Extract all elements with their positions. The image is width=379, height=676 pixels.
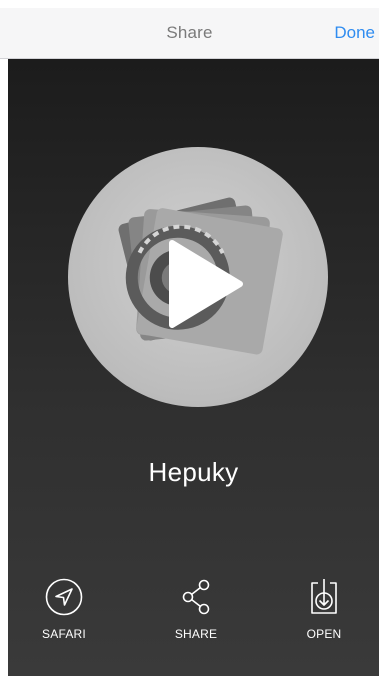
safari-action-label: SAFARI	[42, 627, 86, 641]
done-button[interactable]: Done	[334, 23, 375, 43]
open-action-label: OPEN	[306, 627, 342, 641]
open-action-button[interactable]: OPEN	[279, 577, 369, 645]
share-action-button[interactable]: SHARE	[151, 577, 241, 645]
app-name: Hepuky	[148, 457, 239, 487]
app-artwork	[68, 147, 328, 407]
share-action-label: SHARE	[174, 627, 218, 641]
open-download-icon	[311, 579, 337, 614]
share-content: Hepuky SAFARI SHARE OPEN	[8, 59, 379, 676]
compass-arrow-icon	[45, 578, 83, 616]
share-nodes-icon	[182, 579, 210, 615]
share-screen: Share Done Hepuky SAFARI SHARE OPEN	[0, 0, 379, 676]
nav-title: Share	[166, 23, 213, 42]
safari-action-button[interactable]: SAFARI	[19, 577, 109, 645]
photo-stack-eye-icon	[118, 197, 283, 355]
navigation-bar: Share Done	[0, 8, 379, 59]
